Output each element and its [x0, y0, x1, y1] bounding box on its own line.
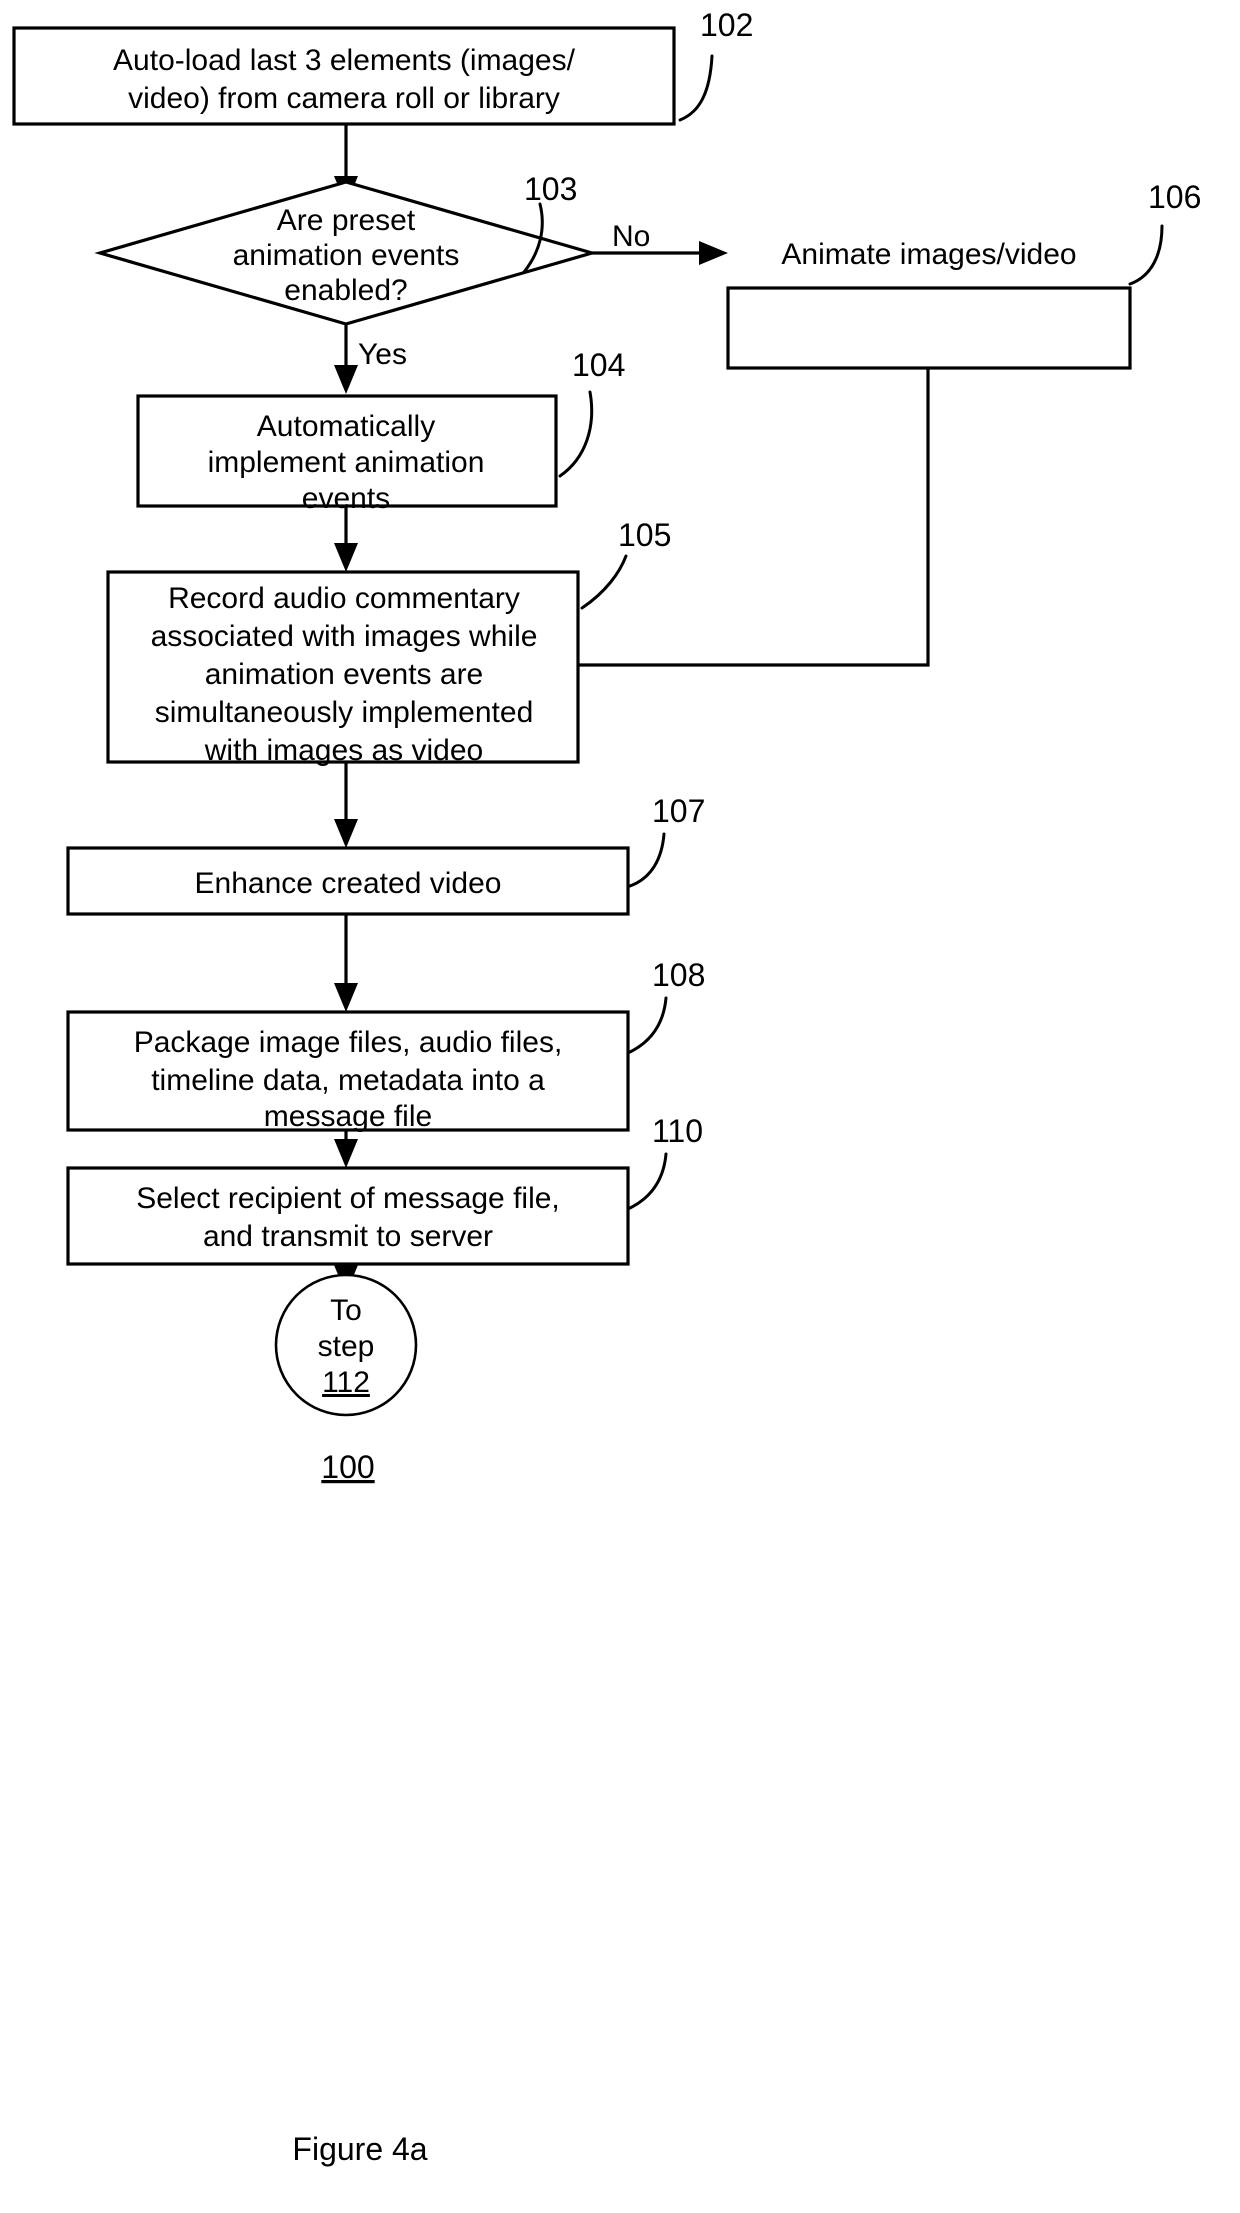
node-102[interactable]: Auto-load last 3 elements (images/ video…	[12, 26, 676, 126]
ref-label-108: 108	[652, 957, 705, 993]
ref-label-105: 105	[618, 517, 671, 553]
ref-leader-110: 110	[628, 1113, 703, 1210]
node-105-line-4: simultaneously implemented	[155, 696, 534, 729]
node-108-line-1: Package image files, audio files,	[134, 1026, 563, 1059]
node-110-line-2: and transmit to server	[203, 1220, 493, 1253]
node-102-line-2: video) from camera roll or library	[128, 82, 560, 115]
node-terminal-112[interactable]: To step 112	[274, 1273, 418, 1417]
node-104-line-1: Automatically	[257, 410, 435, 443]
node-104-line-3: events	[302, 482, 390, 515]
ref-leader-106: 106	[1128, 179, 1201, 286]
ref-leader-108: 108	[628, 957, 705, 1054]
node-108-line-2: timeline data, metadata into a	[151, 1064, 545, 1097]
node-107-line-1: Enhance created video	[195, 867, 502, 900]
flowchart-diagram: Auto-load last 3 elements (images/ video…	[12, 7, 1201, 2167]
node-105-line-2: associated with images while	[151, 620, 538, 653]
ref-label-102: 102	[700, 7, 753, 43]
connector-105-to-107	[334, 762, 358, 848]
ref-leader-104: 104	[558, 347, 625, 478]
ref-label-106: 106	[1148, 179, 1201, 215]
node-104[interactable]: Automatically implement animation events	[136, 394, 558, 515]
node-105-line-1: Record audio commentary	[168, 582, 520, 615]
node-104-line-2: implement animation	[208, 446, 485, 479]
overall-reference-label: 100	[321, 1449, 374, 1485]
node-102-line-1: Auto-load last 3 elements (images/	[113, 44, 576, 77]
figure-caption: Figure 4a	[292, 2131, 427, 2167]
node-105-line-5: with images as video	[204, 734, 483, 767]
ref-label-103: 103	[524, 171, 577, 207]
node-108-line-3: message file	[264, 1100, 432, 1133]
node-105[interactable]: Record audio commentary associated with …	[106, 570, 580, 767]
ref-label-110: 110	[652, 1113, 703, 1149]
ref-leader-107: 107	[628, 793, 705, 888]
ref-leader-102: 102	[678, 7, 753, 122]
node-106[interactable]: Animate images/video	[726, 238, 1132, 370]
node-103-line-1: Are preset	[277, 204, 416, 237]
node-107[interactable]: Enhance created video	[66, 846, 630, 916]
node-106-line-1: Animate images/video	[781, 238, 1076, 271]
terminal-line-3: 112	[322, 1366, 370, 1399]
terminal-line-2: step	[318, 1330, 375, 1363]
node-108[interactable]: Package image files, audio files, timeli…	[66, 1010, 630, 1133]
node-110-line-1: Select recipient of message file,	[136, 1182, 560, 1215]
connector-103-to-104	[334, 318, 358, 394]
ref-leader-105: 105	[580, 517, 671, 610]
node-103-line-3: enabled?	[284, 274, 407, 307]
node-103[interactable]: Are preset animation events enabled?	[94, 180, 598, 326]
node-103-line-2: animation events	[233, 239, 460, 272]
branch-label-no: No	[612, 220, 650, 253]
connector-107-to-108	[334, 902, 358, 1012]
branch-label-yes: Yes	[358, 338, 407, 371]
connector-104-to-105	[334, 505, 358, 572]
node-110[interactable]: Select recipient of message file, and tr…	[66, 1166, 630, 1266]
ref-label-104: 104	[572, 347, 625, 383]
figure-container: Auto-load last 3 elements (images/ video…	[0, 0, 1240, 2213]
ref-label-107: 107	[652, 793, 705, 829]
node-105-line-3: animation events are	[205, 658, 484, 691]
terminal-line-1: To	[330, 1294, 362, 1327]
